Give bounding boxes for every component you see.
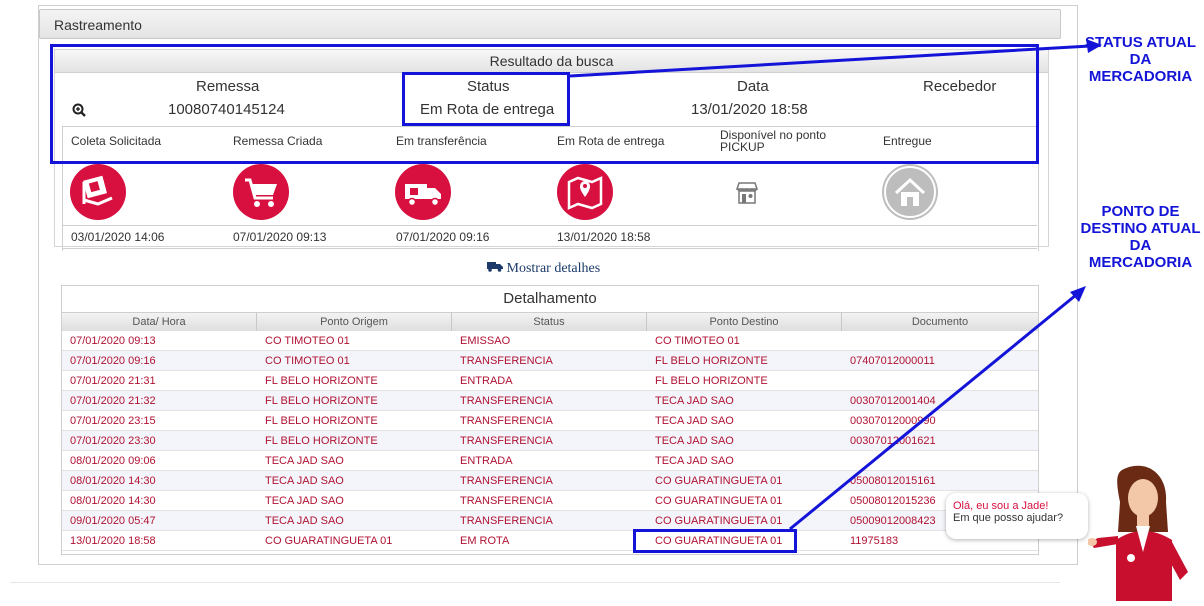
chat-greeting: Olá, eu sou a Jade! (953, 500, 1049, 512)
annotation-destino: PONTO DE DESTINO ATUAL DA MERCADORIA (1080, 203, 1201, 271)
assistant-avatar[interactable] (1087, 462, 1198, 601)
footer-divider (10, 582, 1060, 583)
annotation-status: STATUS ATUAL DA MERCADORIA (1084, 34, 1197, 85)
chat-bubble[interactable]: Olá, eu sou a Jade! Em que posso ajudar? (946, 493, 1088, 539)
chat-prompt: Em que posso ajudar? (953, 512, 1064, 524)
